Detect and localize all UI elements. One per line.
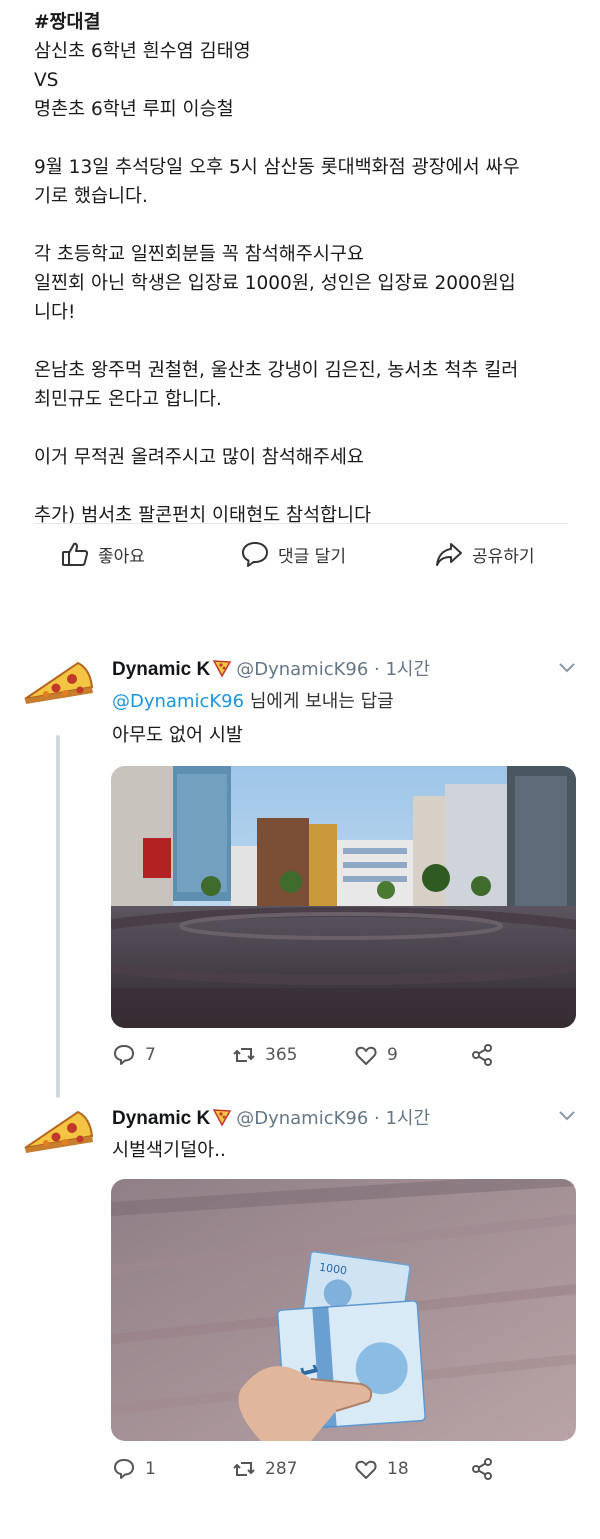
reply-button[interactable]: 1 xyxy=(112,1457,156,1481)
retweet-icon xyxy=(233,1048,255,1062)
pizza-avatar-icon[interactable] xyxy=(20,657,96,707)
like-tweet-button[interactable]: 18 xyxy=(354,1457,409,1481)
reply-context: @DynamicK96 님에게 보내는 답글 xyxy=(112,687,394,713)
reply-handle-link[interactable]: @DynamicK96 xyxy=(112,691,244,712)
like-tweet-button[interactable]: 9 xyxy=(354,1043,398,1067)
post-line: 이거 무적권 올려주시고 많이 참석해주세요 xyxy=(34,447,364,468)
tweet-header: Dynamic K @DynamicK96 · 1시간 xyxy=(112,1104,430,1130)
divider xyxy=(34,523,568,524)
post-line: 각 초등학교 일찐회분들 꼭 참석해주시구요 xyxy=(34,244,364,265)
post-body: #짱대결 삼신초 6학년 흰수염 김태영 VS 명촌초 6학년 루피 이승철 9… xyxy=(34,8,574,530)
post-hashtag[interactable]: #짱대결 xyxy=(34,8,574,37)
reply-count: 1 xyxy=(145,1459,156,1479)
pizza-emoji-icon xyxy=(212,660,232,677)
post-line: 명촌초 6학년 루피 이승철 xyxy=(34,99,234,120)
chevron-down-icon[interactable] xyxy=(558,662,576,674)
share-nodes-icon xyxy=(472,1458,492,1480)
like-count: 9 xyxy=(387,1045,398,1065)
tweet-text: 아무도 없어 시발 xyxy=(112,725,243,746)
chevron-down-icon[interactable] xyxy=(558,1110,576,1122)
post-line: 기로 했습니다. xyxy=(34,186,148,207)
like-button[interactable]: 좋아요 xyxy=(60,539,145,569)
like-label: 좋아요 xyxy=(98,546,145,567)
share-label: 공유하기 xyxy=(472,546,535,567)
post-line: 삼신초 6학년 흰수염 김태영 xyxy=(34,41,251,62)
tweet-photo-plaza[interactable] xyxy=(111,766,576,1028)
post-line: VS xyxy=(34,70,59,91)
post-line: 9월 13일 추석당일 오후 5시 삼산동 롯대백화점 광장에서 싸우 xyxy=(34,157,520,178)
display-name[interactable]: Dynamic K xyxy=(112,659,210,680)
tweet-stats: 7 365 9 xyxy=(112,1043,512,1073)
reply-icon xyxy=(114,1459,134,1479)
thread-connector xyxy=(56,735,60,1098)
post-line: 온남초 왕주먹 권철현, 울산초 강냉이 김은진, 농서초 척추 킬러 xyxy=(34,360,519,381)
plaza-photo-illustration xyxy=(111,766,576,1028)
heart-icon xyxy=(355,1460,377,1479)
reply-context-text: 님에게 보내는 답글 xyxy=(244,691,394,712)
retweet-count: 365 xyxy=(265,1045,298,1065)
tweet-stats: 1 287 18 xyxy=(112,1457,512,1487)
tweet-time[interactable]: · 1시간 xyxy=(374,659,430,680)
pizza-emoji-icon xyxy=(212,1109,232,1126)
tweet-header: Dynamic K @DynamicK96 · 1시간 xyxy=(112,655,430,681)
tweet-text: 시벌색기덜아.. xyxy=(112,1140,226,1161)
retweet-button[interactable]: 287 xyxy=(232,1457,297,1481)
tweet-time[interactable]: · 1시간 xyxy=(374,1108,430,1129)
thumbs-up-icon xyxy=(62,542,89,566)
display-name[interactable]: Dynamic K xyxy=(112,1108,210,1129)
banknote-photo-illustration: 1000 1000 xyxy=(111,1179,576,1441)
post-line: 일찐회 아닌 학생은 입장료 1000원, 성인은 입장료 2000원입 xyxy=(34,273,516,294)
pizza-avatar-icon[interactable] xyxy=(20,1106,96,1156)
share-button[interactable]: 공유하기 xyxy=(434,539,535,569)
retweet-button[interactable]: 365 xyxy=(232,1043,297,1067)
comment-label: 댓글 달기 xyxy=(278,546,346,567)
post-line: 니다! xyxy=(34,302,76,323)
share-tweet-button[interactable] xyxy=(470,1043,494,1067)
post-line: 추가) 범서초 팔콘펀치 이태현도 참석합니다 xyxy=(34,505,372,526)
reply-count: 7 xyxy=(145,1045,156,1065)
post-line: 최민규도 온다고 합니다. xyxy=(34,389,222,410)
like-count: 18 xyxy=(387,1459,409,1479)
user-handle[interactable]: @DynamicK96 xyxy=(236,1108,368,1129)
share-tweet-button[interactable] xyxy=(470,1457,494,1481)
comment-button[interactable]: 댓글 달기 xyxy=(240,539,346,569)
reply-button[interactable]: 7 xyxy=(112,1043,156,1067)
speech-bubble-icon xyxy=(242,542,268,567)
retweet-icon xyxy=(233,1462,255,1476)
post-actions-bar: 좋아요 댓글 달기 공유하기 xyxy=(0,533,600,577)
retweet-count: 287 xyxy=(265,1459,298,1479)
share-arrow-icon xyxy=(436,543,462,566)
user-handle[interactable]: @DynamicK96 xyxy=(236,659,368,680)
tweet-photo-banknotes[interactable]: 1000 1000 xyxy=(111,1179,576,1441)
share-nodes-icon xyxy=(472,1044,492,1066)
reply-icon xyxy=(114,1045,134,1065)
heart-icon xyxy=(355,1046,377,1065)
